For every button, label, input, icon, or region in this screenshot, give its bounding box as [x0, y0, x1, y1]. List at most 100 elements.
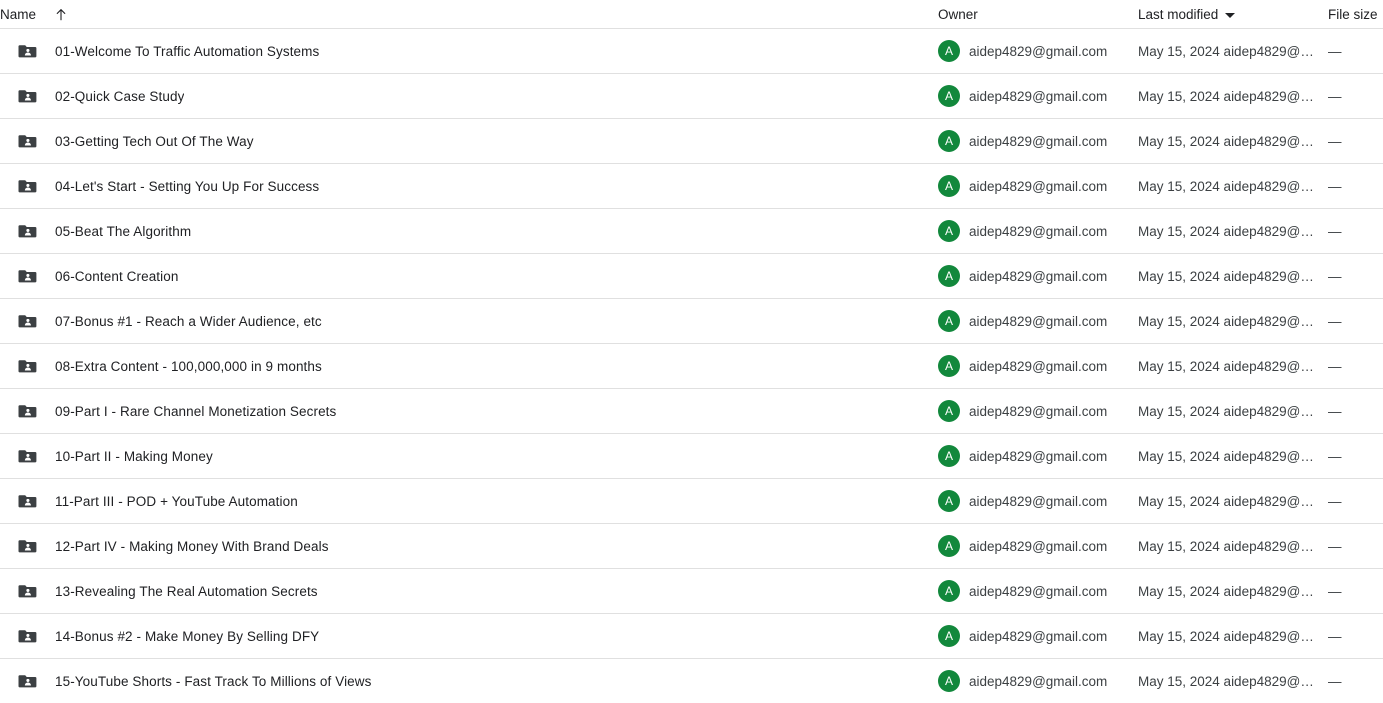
table-row[interactable]: 12-Part IV - Making Money With Brand Dea… — [0, 523, 1383, 568]
last-modified-value: May 15, 2024 aidep4829@g... — [1138, 403, 1318, 419]
last-modified-value: May 15, 2024 aidep4829@g... — [1138, 43, 1318, 59]
row-last-modified-cell: May 15, 2024 aidep4829@g... — [1138, 269, 1328, 284]
row-file-size-cell: — — [1328, 449, 1383, 464]
owner-email: aidep4829@gmail.com — [969, 178, 1108, 194]
row-last-modified-cell: May 15, 2024 aidep4829@g... — [1138, 224, 1328, 239]
row-last-modified-cell: May 15, 2024 aidep4829@g... — [1138, 494, 1328, 509]
row-name-cell[interactable]: 08-Extra Content - 100,000,000 in 9 mont… — [0, 356, 938, 376]
shared-folder-icon — [18, 581, 38, 601]
row-name-cell[interactable]: 03-Getting Tech Out Of The Way — [0, 131, 938, 151]
file-name: 07-Bonus #1 - Reach a Wider Audience, et… — [55, 313, 322, 329]
shared-folder-icon — [18, 671, 38, 691]
table-row[interactable]: 07-Bonus #1 - Reach a Wider Audience, et… — [0, 298, 1383, 343]
row-last-modified-cell: May 15, 2024 aidep4829@g... — [1138, 89, 1328, 104]
owner-email: aidep4829@gmail.com — [969, 493, 1108, 509]
column-header-owner[interactable]: Owner — [938, 7, 1138, 22]
row-name-cell[interactable]: 05-Beat The Algorithm — [0, 221, 938, 241]
column-header-name[interactable]: Name — [0, 7, 938, 22]
table-row[interactable]: 05-Beat The Algorithm A aidep4829@gmail.… — [0, 208, 1383, 253]
file-name: 12-Part IV - Making Money With Brand Dea… — [55, 538, 329, 554]
avatar: A — [938, 220, 960, 242]
avatar: A — [938, 130, 960, 152]
table-row[interactable]: 11-Part III - POD + YouTube Automation A… — [0, 478, 1383, 523]
file-rows: 01-Welcome To Traffic Automation Systems… — [0, 28, 1383, 703]
row-last-modified-cell: May 15, 2024 aidep4829@g... — [1138, 539, 1328, 554]
row-owner-cell: A aidep4829@gmail.com — [938, 175, 1138, 197]
row-owner-cell: A aidep4829@gmail.com — [938, 355, 1138, 377]
row-file-size-cell: — — [1328, 629, 1383, 644]
file-name: 04-Let's Start - Setting You Up For Succ… — [55, 178, 320, 194]
chevron-down-icon[interactable] — [1225, 12, 1236, 18]
row-owner-cell: A aidep4829@gmail.com — [938, 580, 1138, 602]
file-name: 14-Bonus #2 - Make Money By Selling DFY — [55, 628, 320, 644]
column-header-name-label: Name — [0, 6, 37, 22]
row-owner-cell: A aidep4829@gmail.com — [938, 670, 1138, 692]
avatar: A — [938, 40, 960, 62]
owner-email: aidep4829@gmail.com — [969, 43, 1108, 59]
table-row[interactable]: 13-Revealing The Real Automation Secrets… — [0, 568, 1383, 613]
row-last-modified-cell: May 15, 2024 aidep4829@g... — [1138, 314, 1328, 329]
owner-email: aidep4829@gmail.com — [969, 133, 1108, 149]
column-header-last-modified[interactable]: Last modified — [1138, 7, 1328, 22]
last-modified-value: May 15, 2024 aidep4829@g... — [1138, 628, 1318, 644]
file-name: 03-Getting Tech Out Of The Way — [55, 133, 254, 149]
last-modified-value: May 15, 2024 aidep4829@g... — [1138, 268, 1318, 284]
avatar: A — [938, 85, 960, 107]
column-header-owner-label: Owner — [938, 6, 978, 22]
table-row[interactable]: 08-Extra Content - 100,000,000 in 9 mont… — [0, 343, 1383, 388]
table-row[interactable]: 06-Content Creation A aidep4829@gmail.co… — [0, 253, 1383, 298]
file-name: 02-Quick Case Study — [55, 88, 185, 104]
table-row[interactable]: 14-Bonus #2 - Make Money By Selling DFY … — [0, 613, 1383, 658]
row-owner-cell: A aidep4829@gmail.com — [938, 625, 1138, 647]
table-row[interactable]: 15-YouTube Shorts - Fast Track To Millio… — [0, 658, 1383, 703]
file-name: 10-Part II - Making Money — [55, 448, 213, 464]
row-name-cell[interactable]: 01-Welcome To Traffic Automation Systems — [0, 41, 938, 61]
row-last-modified-cell: May 15, 2024 aidep4829@g... — [1138, 134, 1328, 149]
shared-folder-icon — [18, 536, 38, 556]
table-row[interactable]: 02-Quick Case Study A aidep4829@gmail.co… — [0, 73, 1383, 118]
last-modified-value: May 15, 2024 aidep4829@g... — [1138, 538, 1318, 554]
row-last-modified-cell: May 15, 2024 aidep4829@g... — [1138, 44, 1328, 59]
row-file-size-cell: — — [1328, 44, 1383, 59]
row-name-cell[interactable]: 02-Quick Case Study — [0, 86, 938, 106]
owner-email: aidep4829@gmail.com — [969, 673, 1108, 689]
row-name-cell[interactable]: 11-Part III - POD + YouTube Automation — [0, 491, 938, 511]
table-row[interactable]: 10-Part II - Making Money A aidep4829@gm… — [0, 433, 1383, 478]
last-modified-value: May 15, 2024 aidep4829@g... — [1138, 88, 1318, 104]
row-name-cell[interactable]: 07-Bonus #1 - Reach a Wider Audience, et… — [0, 311, 938, 331]
row-file-size-cell: — — [1328, 674, 1383, 689]
avatar: A — [938, 175, 960, 197]
file-size-value: — — [1328, 358, 1342, 374]
file-size-value: — — [1328, 43, 1342, 59]
row-last-modified-cell: May 15, 2024 aidep4829@g... — [1138, 629, 1328, 644]
table-row[interactable]: 01-Welcome To Traffic Automation Systems… — [0, 28, 1383, 73]
arrow-up-icon[interactable] — [54, 8, 68, 22]
row-file-size-cell: — — [1328, 89, 1383, 104]
row-file-size-cell: — — [1328, 179, 1383, 194]
column-header-file-size[interactable]: File size — [1328, 7, 1383, 22]
last-modified-value: May 15, 2024 aidep4829@g... — [1138, 673, 1318, 689]
owner-email: aidep4829@gmail.com — [969, 448, 1108, 464]
table-row[interactable]: 04-Let's Start - Setting You Up For Succ… — [0, 163, 1383, 208]
table-row[interactable]: 03-Getting Tech Out Of The Way A aidep48… — [0, 118, 1383, 163]
row-name-cell[interactable]: 14-Bonus #2 - Make Money By Selling DFY — [0, 626, 938, 646]
row-name-cell[interactable]: 06-Content Creation — [0, 266, 938, 286]
row-name-cell[interactable]: 15-YouTube Shorts - Fast Track To Millio… — [0, 671, 938, 691]
avatar: A — [938, 400, 960, 422]
row-owner-cell: A aidep4829@gmail.com — [938, 445, 1138, 467]
row-name-cell[interactable]: 09-Part I - Rare Channel Monetization Se… — [0, 401, 938, 421]
row-name-cell[interactable]: 10-Part II - Making Money — [0, 446, 938, 466]
file-list: Name Owner Last modified File size 01-We… — [0, 0, 1383, 700]
row-last-modified-cell: May 15, 2024 aidep4829@g... — [1138, 404, 1328, 419]
column-header-file-size-label: File size — [1328, 6, 1378, 22]
row-file-size-cell: — — [1328, 359, 1383, 374]
row-last-modified-cell: May 15, 2024 aidep4829@g... — [1138, 449, 1328, 464]
row-name-cell[interactable]: 04-Let's Start - Setting You Up For Succ… — [0, 176, 938, 196]
row-name-cell[interactable]: 12-Part IV - Making Money With Brand Dea… — [0, 536, 938, 556]
row-name-cell[interactable]: 13-Revealing The Real Automation Secrets — [0, 581, 938, 601]
row-file-size-cell: — — [1328, 404, 1383, 419]
table-row[interactable]: 09-Part I - Rare Channel Monetization Se… — [0, 388, 1383, 433]
file-size-value: — — [1328, 448, 1342, 464]
file-size-value: — — [1328, 178, 1342, 194]
row-file-size-cell: — — [1328, 494, 1383, 509]
